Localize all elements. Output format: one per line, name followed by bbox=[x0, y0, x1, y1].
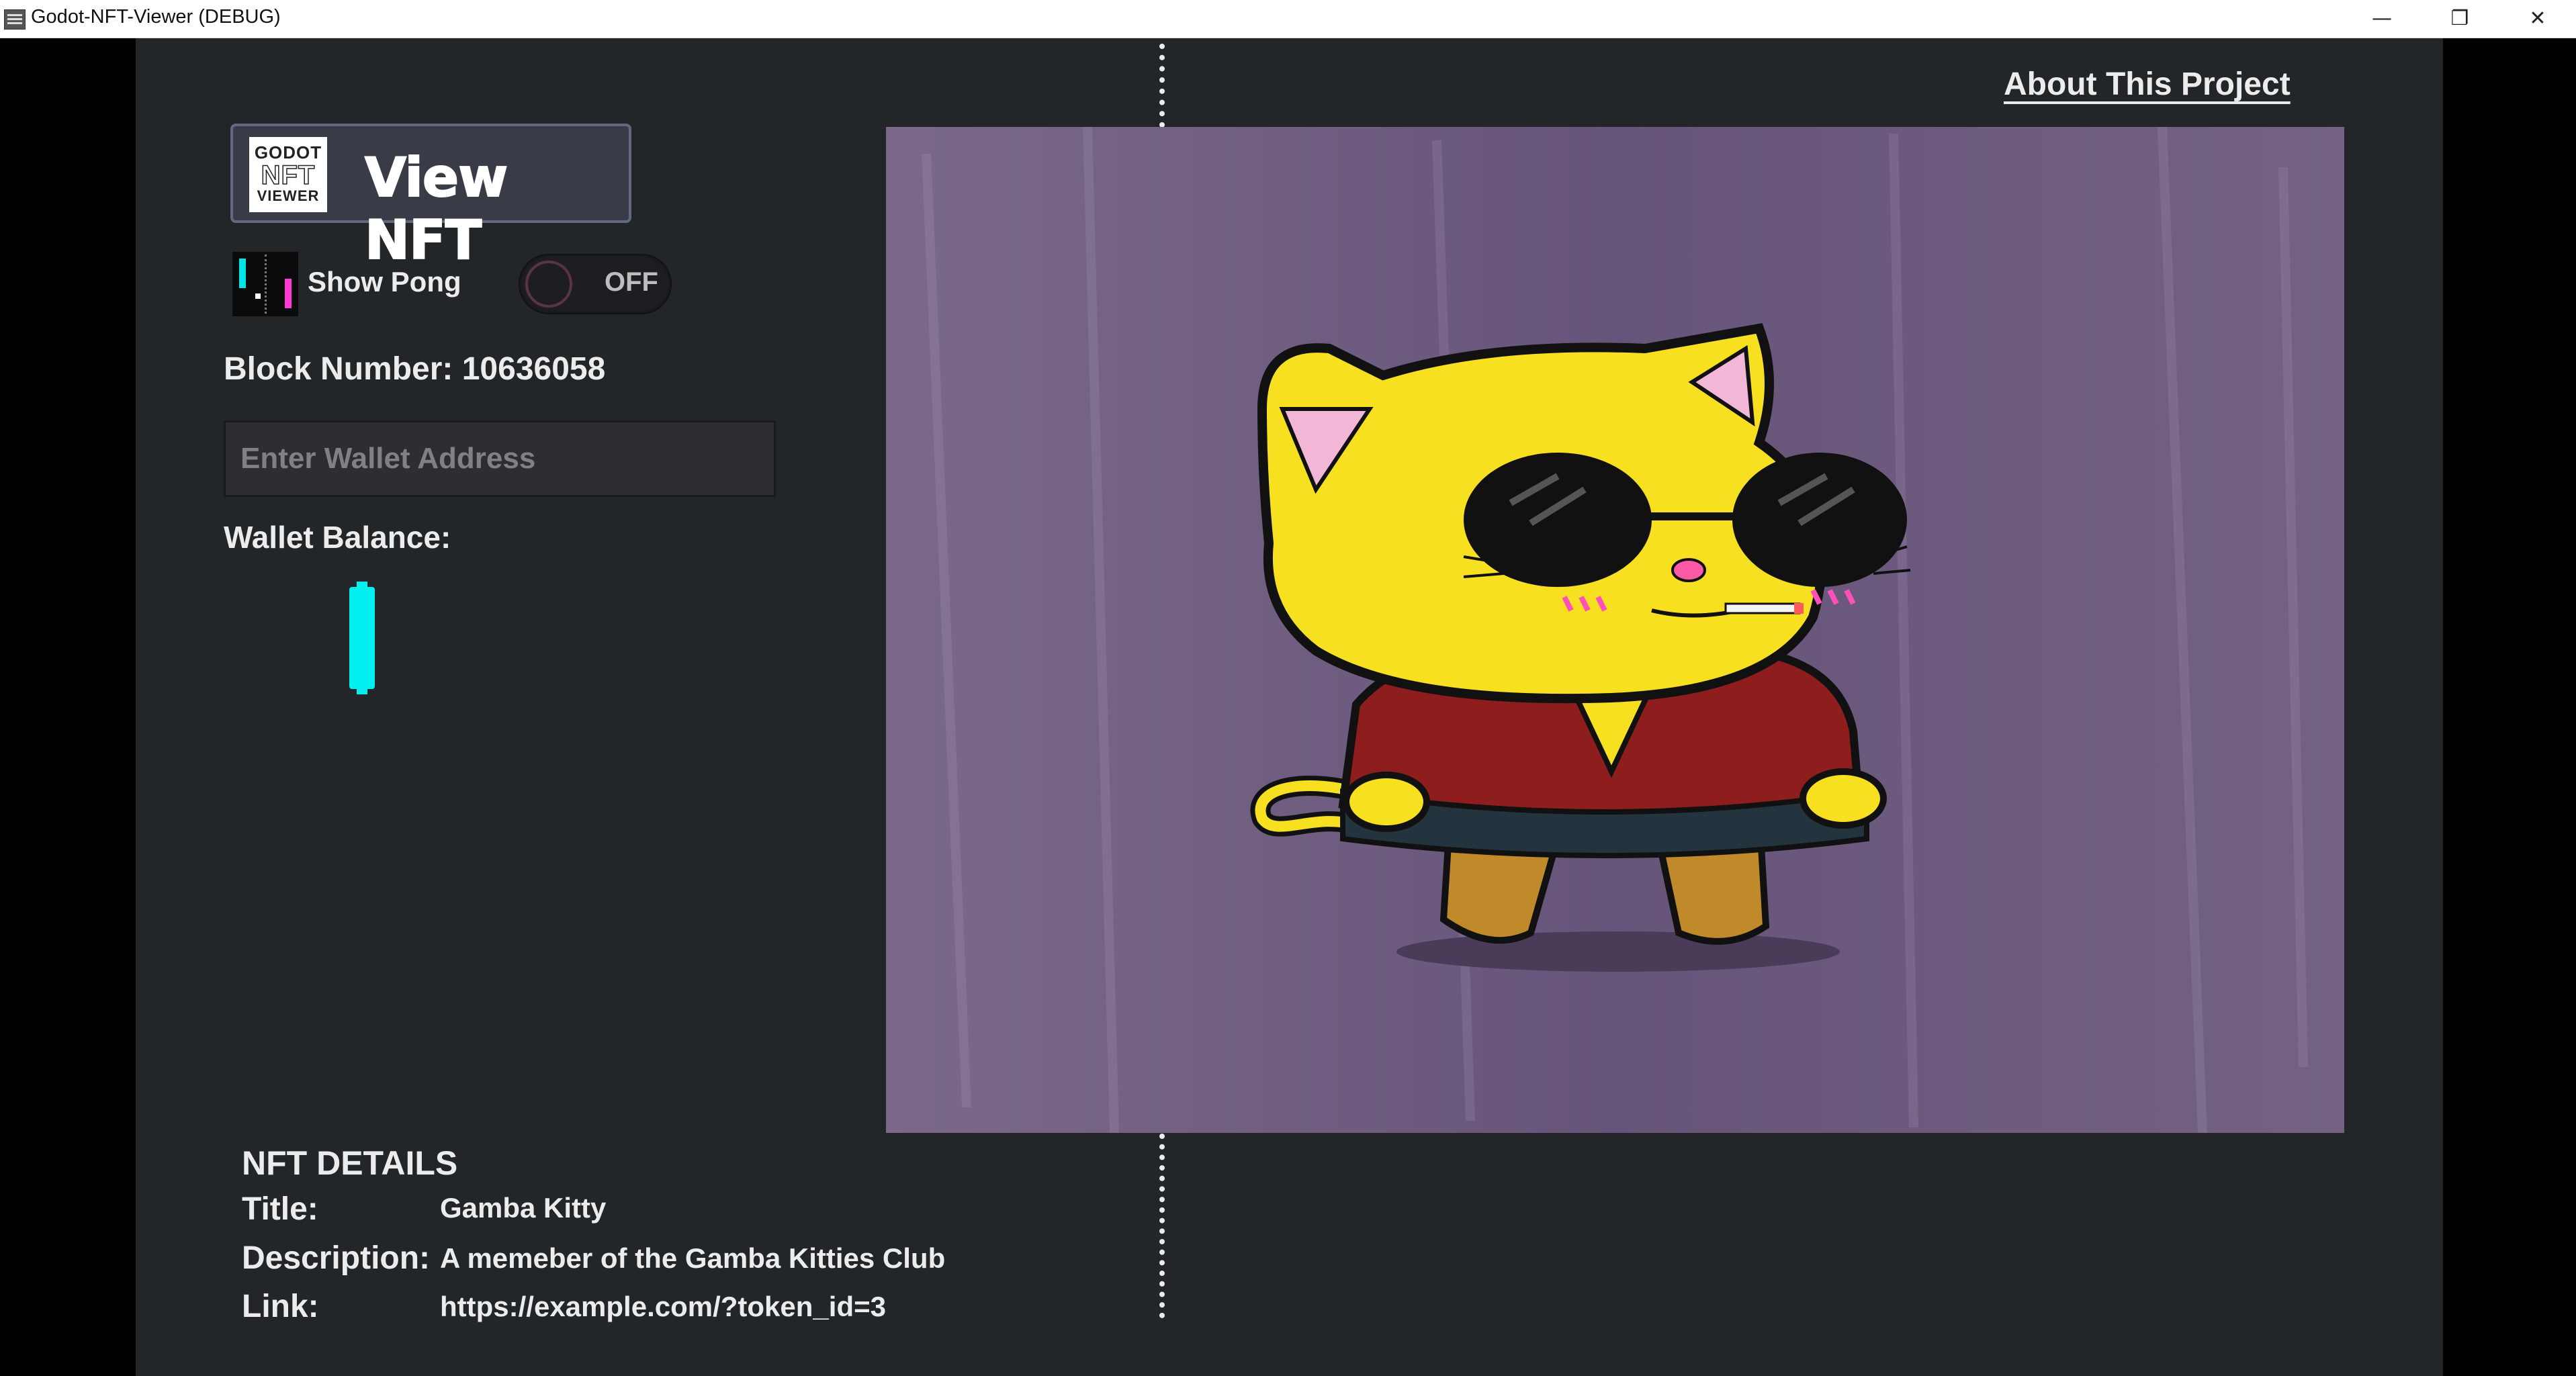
nft-image bbox=[886, 127, 2344, 1133]
toggle-state-label: OFF bbox=[605, 267, 658, 297]
wallet-balance-label: Wallet Balance: bbox=[224, 520, 451, 555]
gamba-kitty-artwork bbox=[886, 127, 2344, 1133]
logo-line-2: NFT bbox=[261, 160, 316, 190]
pong-icon bbox=[232, 252, 298, 316]
window-title: Godot-NFT-Viewer (DEBUG) bbox=[31, 6, 281, 28]
logo-line-3: VIEWER bbox=[257, 187, 320, 204]
link-label: Link: bbox=[242, 1289, 319, 1324]
title-value: Gamba Kitty bbox=[440, 1192, 607, 1224]
title-label: Title: bbox=[242, 1191, 318, 1227]
description-label: Description: bbox=[242, 1240, 431, 1276]
restore-button[interactable]: ❐ bbox=[2433, 3, 2487, 35]
divider-bottom bbox=[1159, 1134, 1165, 1318]
close-button[interactable]: ✕ bbox=[2511, 3, 2565, 35]
link-value: https://example.com/?token_id=3 bbox=[440, 1291, 887, 1322]
godot-nft-viewer-logo: GODOT NFT VIEWER bbox=[249, 137, 327, 212]
block-number: Block Number: 10636058 bbox=[224, 351, 606, 387]
loading-spinner bbox=[349, 582, 375, 694]
view-nft-button[interactable]: GODOT NFT VIEWER View NFT bbox=[230, 124, 631, 272]
app-icon bbox=[4, 9, 26, 30]
wallet-address-input[interactable] bbox=[224, 420, 776, 497]
nft-details-heading: NFT DETAILS bbox=[242, 1144, 458, 1182]
window-titlebar: Godot-NFT-Viewer (DEBUG) — ❐ ✕ bbox=[0, 0, 2576, 38]
about-project-link[interactable]: About This Project bbox=[2004, 66, 2291, 103]
show-pong-toggle[interactable]: OFF bbox=[519, 254, 672, 314]
divider-top bbox=[1159, 44, 1165, 128]
minimize-button[interactable]: — bbox=[2355, 3, 2409, 35]
toggle-knob bbox=[525, 261, 572, 308]
view-nft-label: View NFT bbox=[364, 146, 508, 272]
description-value: A memeber of the Gamba Kitties Club bbox=[440, 1242, 946, 1274]
show-pong-label: Show Pong bbox=[308, 266, 461, 297]
